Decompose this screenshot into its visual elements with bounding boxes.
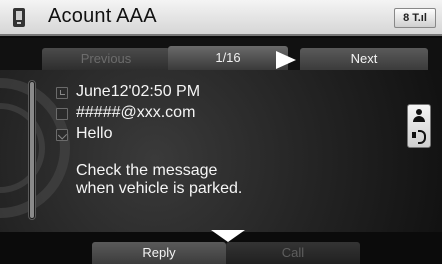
tab-previous[interactable]: Previous (42, 48, 170, 70)
message-body-line-1: Check the message (76, 162, 218, 179)
time-icon (56, 87, 68, 99)
message-time: June12'02:50 PM (76, 83, 201, 100)
tab-bar: Previous 1/16 Next (0, 38, 442, 70)
reply-button[interactable]: Reply (92, 242, 226, 264)
scroll-down-arrow-icon[interactable] (211, 230, 245, 242)
phone-status-badge: 8 T.ıl (394, 8, 436, 28)
next-arrow-icon[interactable] (276, 51, 296, 69)
message-sender: #####@xxx.com (76, 104, 196, 121)
message-content-area: June12'02:50 PM #####@xxx.com Hello Chec… (0, 70, 442, 232)
message-subject: Hello (76, 125, 113, 142)
tab-next[interactable]: Next (300, 48, 428, 70)
subject-icon (56, 129, 68, 141)
page-title: Acount AAA (48, 5, 157, 27)
message-body-line-2: when vehicle is parked. (76, 180, 243, 197)
phone-icon (13, 8, 25, 27)
side-action-button[interactable] (407, 104, 431, 148)
message-screen: Acount AAA 8 T.ıl Previous 1/16 Next Jun… (0, 0, 442, 264)
person-icon (413, 109, 425, 123)
sender-icon (56, 108, 68, 120)
scrollbar-thumb[interactable] (30, 82, 34, 218)
scrollbar[interactable] (28, 80, 36, 220)
page-indicator: 1/16 (168, 46, 288, 70)
header-bar: Acount AAA 8 T.ıl (0, 0, 442, 36)
call-button[interactable]: Call (226, 242, 360, 264)
speaker-icon (412, 130, 426, 144)
